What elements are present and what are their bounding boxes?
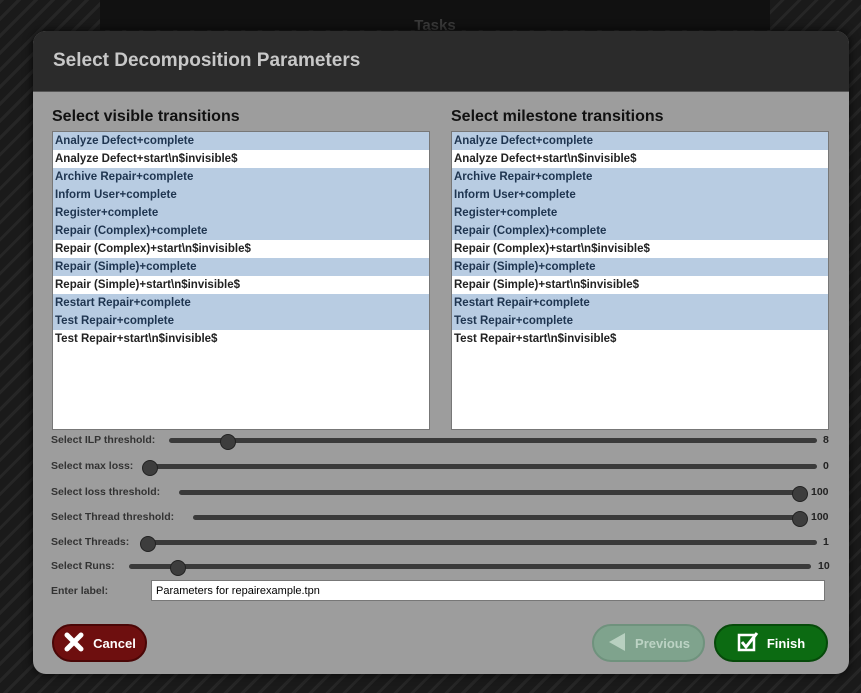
list-item[interactable]: Analyze Defect+start\n$invisible$	[452, 150, 828, 168]
visible-transitions-title: Select visible transitions	[52, 108, 240, 125]
list-item[interactable]: Analyze Defect+complete	[53, 132, 429, 150]
previous-label: Previous	[635, 635, 690, 651]
list-item[interactable]: Repair (Simple)+complete	[53, 258, 429, 276]
max-loss-value: 0	[823, 460, 829, 472]
loss-threshold-label: Select loss threshold:	[51, 486, 161, 498]
runs-row: Select Runs: 10	[51, 557, 831, 577]
loss-threshold-slider[interactable]	[179, 486, 808, 502]
thread-threshold-label: Select Thread threshold:	[51, 511, 175, 523]
loss-threshold-row: Select loss threshold: 100	[51, 483, 831, 503]
enter-label-label: Enter label:	[51, 585, 109, 597]
list-item[interactable]: Archive Repair+complete	[53, 168, 429, 186]
thread-threshold-row: Select Thread threshold: 100	[51, 508, 831, 528]
ilp-threshold-slider[interactable]	[169, 434, 817, 450]
ilp-threshold-row: Select ILP threshold: 8	[51, 431, 831, 451]
list-item[interactable]: Archive Repair+complete	[452, 168, 828, 186]
max-loss-label: Select max loss:	[51, 460, 134, 472]
list-item[interactable]: Repair (Complex)+start\n$invisible$	[53, 240, 429, 258]
loss-threshold-thumb[interactable]	[792, 486, 808, 502]
label-input[interactable]	[151, 580, 825, 601]
close-icon	[63, 631, 85, 656]
max-loss-row: Select max loss: 0	[51, 457, 831, 477]
label-row: Enter label:	[51, 580, 831, 604]
list-item[interactable]: Test Repair+complete	[53, 312, 429, 330]
runs-label: Select Runs:	[51, 560, 115, 572]
finish-label: Finish	[766, 635, 806, 651]
ilp-threshold-value: 8	[823, 434, 829, 446]
cancel-button[interactable]: Cancel	[52, 624, 147, 662]
list-item[interactable]: Inform User+complete	[452, 186, 828, 204]
thread-threshold-thumb[interactable]	[792, 511, 808, 527]
cancel-label: Cancel	[93, 635, 136, 651]
list-item[interactable]: Restart Repair+complete	[452, 294, 828, 312]
list-item[interactable]: Repair (Simple)+start\n$invisible$	[53, 276, 429, 294]
threads-row: Select Threads: 1	[51, 533, 831, 553]
threads-thumb[interactable]	[140, 536, 156, 552]
list-item[interactable]: Analyze Defect+complete	[452, 132, 828, 150]
visible-transitions-list[interactable]: Analyze Defect+complete Analyze Defect+st…	[52, 131, 430, 430]
list-item[interactable]: Repair (Simple)+complete	[452, 258, 828, 276]
list-item[interactable]: Repair (Complex)+complete	[53, 222, 429, 240]
list-item[interactable]: Test Repair+start\n$invisible$	[452, 330, 828, 348]
max-loss-slider[interactable]	[142, 460, 817, 476]
list-item[interactable]: Register+complete	[53, 204, 429, 222]
runs-slider[interactable]	[129, 560, 811, 576]
threads-label: Select Threads:	[51, 536, 130, 548]
list-item[interactable]: Test Repair+complete	[452, 312, 828, 330]
list-item[interactable]: Inform User+complete	[53, 186, 429, 204]
runs-value: 10	[818, 560, 830, 572]
dialog-title: Select Decomposition Parameters	[33, 31, 849, 92]
background-title: Tasks	[100, 0, 770, 34]
milestone-transitions-list[interactable]: Analyze Defect+complete Analyze Defect+st…	[451, 131, 829, 430]
list-item[interactable]: Repair (Simple)+start\n$invisible$	[452, 276, 828, 294]
runs-thumb[interactable]	[169, 560, 186, 576]
thread-threshold-slider[interactable]	[193, 511, 808, 527]
arrow-left-icon	[607, 631, 627, 656]
list-item[interactable]: Register+complete	[452, 204, 828, 222]
max-loss-thumb[interactable]	[142, 460, 158, 476]
finish-button[interactable]: Finish	[714, 624, 828, 662]
list-item[interactable]: Repair (Complex)+start\n$invisible$	[452, 240, 828, 258]
checkbox-checked-icon	[737, 631, 759, 656]
milestone-transitions-title: Select milestone transitions	[451, 108, 664, 125]
list-item[interactable]: Test Repair+start\n$invisible$	[53, 330, 429, 348]
list-item[interactable]: Repair (Complex)+complete	[452, 222, 828, 240]
ilp-threshold-thumb[interactable]	[220, 434, 237, 450]
threads-slider[interactable]	[140, 536, 817, 552]
decomposition-dialog: Select Decomposition Parameters Select v…	[33, 31, 849, 674]
thread-threshold-value: 100	[811, 511, 829, 523]
loss-threshold-value: 100	[811, 486, 829, 498]
previous-button[interactable]: Previous	[592, 624, 705, 662]
ilp-threshold-label: Select ILP threshold:	[51, 434, 156, 446]
list-item[interactable]: Restart Repair+complete	[53, 294, 429, 312]
list-item[interactable]: Analyze Defect+start\n$invisible$	[53, 150, 429, 168]
threads-value: 1	[823, 536, 829, 548]
